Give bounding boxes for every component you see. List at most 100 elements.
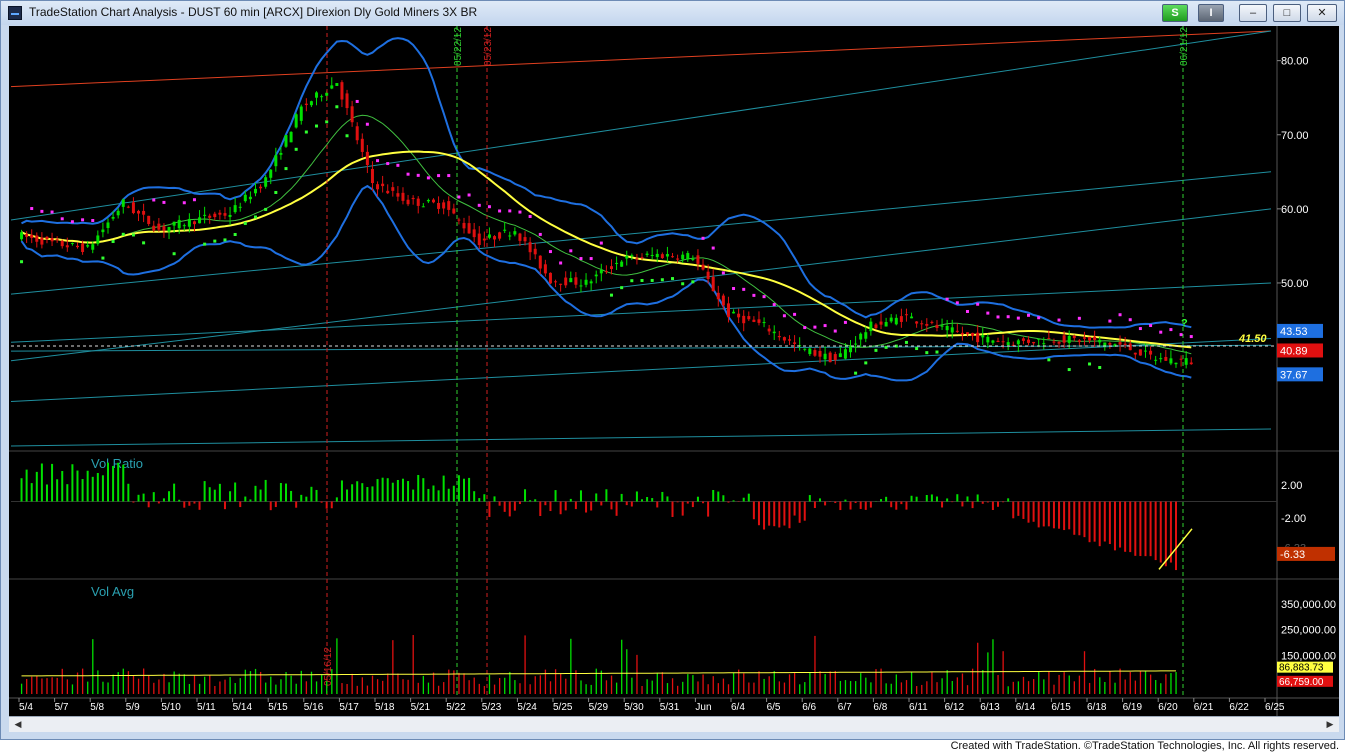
volume-bar [1170,673,1172,694]
volume-bar [20,683,23,694]
maximize-button[interactable]: □ [1273,4,1301,22]
volume-bar [493,684,496,694]
candle-body [111,216,115,219]
close-button[interactable]: ✕ [1307,4,1337,22]
vol-ratio-bar [869,501,872,508]
chart-svg[interactable]: 05/16/1205/22/12 05/23/12 06/21/1241.50?80… [9,26,1339,716]
minimize-button[interactable]: – [1239,4,1267,22]
stop-dot [813,325,817,329]
candle-body [691,258,695,260]
candle-body [213,213,217,218]
vol-ratio-bar [1058,501,1061,529]
vol-ratio-bar [290,490,293,502]
volume-bar [732,672,735,694]
candle-body [828,352,832,363]
info-button[interactable]: I [1198,4,1224,22]
vol-ratio-bar [981,501,984,504]
candle-body [609,266,613,270]
y-tick-label: 80.00 [1281,56,1309,68]
volume-bar [931,671,933,694]
stop-dot [650,278,654,282]
trend-line [10,30,1272,88]
vol-ratio-bar [727,501,730,503]
stop-dot [81,218,85,222]
stop-dot [660,278,664,282]
horizontal-scrollbar[interactable]: ◀ ▶ [9,716,1339,732]
vol-ratio-bar [1119,501,1122,548]
volume-bar [870,682,872,694]
volume-bar [382,680,384,694]
vol-ratio-bar [401,478,404,502]
vol-ratio-bar [269,501,272,511]
volume-bar [112,674,114,694]
volume-bar [234,683,236,694]
candle-body [381,183,385,187]
volume-bar [1063,672,1065,694]
vol-ratio-bar [1149,501,1152,557]
vol-ratio-bar [157,501,160,504]
stop-dot [620,286,624,290]
volume-bar [46,678,48,694]
vol-ratio-bar [188,501,191,506]
candle-body [360,138,364,152]
candle-body [396,193,400,197]
volume-bar [305,681,308,694]
stop-dot [40,209,44,213]
vol-ratio-bar [895,501,898,510]
volume-bar [427,682,430,694]
vol-ratio-bar [666,496,669,502]
vol-ratio-bar [168,491,171,502]
chart-area[interactable]: 05/16/12 05/22/12 05/23/12 06/21/12 41.50? 80… [9,26,1339,716]
vol-ratio-bar [20,478,23,502]
vol-ratio-bar [1073,501,1076,535]
candle-body [442,202,446,209]
stop-dot [447,174,451,178]
vol-ratio-bar [798,501,801,523]
candle-body [716,292,720,300]
volume-bar [936,682,938,694]
candle-body [899,316,903,322]
vol-ratio-bar [305,496,308,502]
candle-body [533,248,537,255]
status-button[interactable]: S [1162,4,1188,22]
candle-body [584,279,588,285]
x-tick-label: 5/17 [339,702,359,713]
vol-ratio-bar [702,501,705,504]
scroll-right-icon[interactable]: ▶ [1322,718,1338,731]
vol-ratio-bar [590,501,593,511]
volume-bar [961,673,964,694]
candle-body [1001,341,1005,343]
volume-bar [270,676,272,694]
volume-bar [778,681,781,694]
footer-credit: Created with TradeStation. ©TradeStation… [950,740,1339,752]
volume-bar [432,672,435,694]
volume-bar [646,679,648,694]
vol-ratio-bar [427,488,430,502]
vol-ratio-bar [198,501,201,510]
candle-body [1006,342,1010,345]
candle-body [981,335,985,338]
scroll-left-icon[interactable]: ◀ [10,718,26,731]
volume-bar [610,675,613,694]
candle-body [1143,350,1147,352]
vol-ratio-bar [839,501,842,511]
volume-bar [326,680,328,694]
candle-body [482,238,486,241]
volume-bar [1160,683,1162,694]
vol-ratio-bar [356,481,359,502]
stop-dot [152,198,156,202]
candle-body [472,229,476,238]
vol-ratio-bar [320,501,323,503]
candle-body [126,206,130,208]
candle-body [1108,343,1112,345]
vol-ratio-bar [625,501,628,506]
candle-body [630,255,634,257]
volume-bar [36,676,38,694]
title-bar[interactable]: TradeStation Chart Analysis - DUST 60 mi… [1,1,1344,25]
candle-body [70,242,74,244]
volume-bar [885,683,887,694]
vol-ratio-bar [630,501,633,507]
vol-ratio-bar [757,501,760,526]
trend-line [10,428,1272,447]
candle-body [737,313,741,318]
